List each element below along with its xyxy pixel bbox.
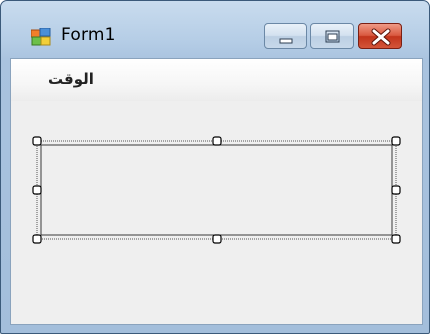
text-box-control[interactable]: [11, 59, 422, 324]
resize-handle-top-left[interactable]: [32, 136, 42, 146]
resize-handle-top[interactable]: [212, 136, 222, 146]
close-icon: [371, 28, 391, 46]
resize-handle-right[interactable]: [391, 185, 401, 195]
resize-handle-left[interactable]: [32, 185, 42, 195]
resize-handle-bottom-right[interactable]: [391, 234, 401, 244]
form-client-area: الوقت: [10, 58, 423, 325]
form-window: Form1 الوقت: [0, 0, 430, 334]
maximize-button[interactable]: [310, 23, 354, 49]
close-button[interactable]: [358, 23, 402, 49]
maximize-icon: [325, 30, 340, 43]
minimize-button[interactable]: [264, 23, 307, 49]
window-title: Form1: [61, 25, 116, 45]
windows-form-icon[interactable]: [30, 27, 51, 46]
resize-handle-bottom-left[interactable]: [32, 234, 42, 244]
resize-handle-bottom[interactable]: [212, 234, 222, 244]
title-bar[interactable]: Form1: [1, 1, 429, 61]
resize-handle-top-right[interactable]: [391, 136, 401, 146]
minimize-icon: [279, 38, 293, 44]
text-box[interactable]: [40, 144, 393, 236]
